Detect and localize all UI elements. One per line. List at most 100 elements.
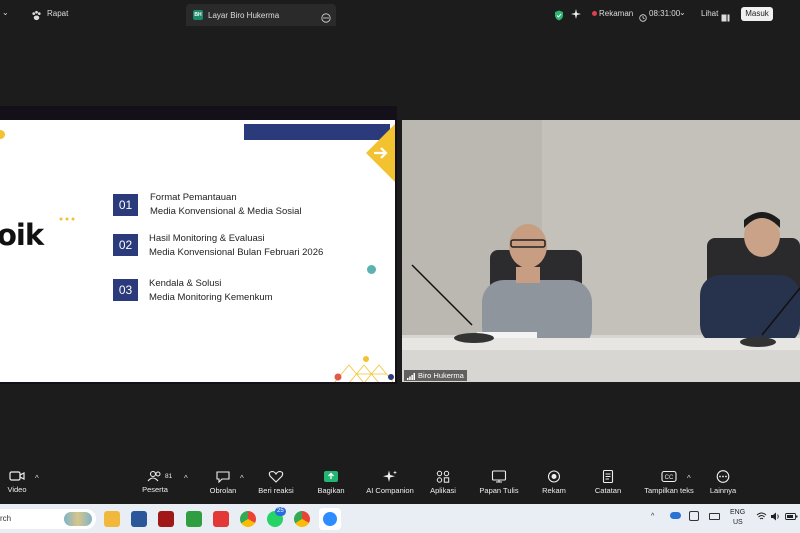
slide-title-fragment: oik xyxy=(0,218,44,252)
search-text: rch xyxy=(0,514,12,523)
participants-label: Peserta xyxy=(142,485,168,494)
sign-in-button[interactable]: Masuk xyxy=(741,7,773,21)
signal-bars-icon xyxy=(407,372,415,383)
ai-companion-button[interactable]: AI Companion xyxy=(364,470,416,495)
agenda-item-2-line1: Hasil Monitoring & Evaluasi xyxy=(149,233,265,244)
heart-icon xyxy=(268,470,284,483)
whiteboard-icon xyxy=(491,470,507,483)
video-scene-image xyxy=(402,120,800,382)
meeting-timer: 08:31:00 xyxy=(649,9,681,18)
svg-text:CC: CC xyxy=(665,475,674,481)
whiteboard-button[interactable]: Papan Tulis xyxy=(478,470,520,495)
apps-label: Aplikasi xyxy=(430,486,456,495)
chevron-up-icon[interactable]: ^ xyxy=(651,513,654,520)
more-label: Lainnya xyxy=(709,486,737,495)
view-layout-icon[interactable] xyxy=(721,9,730,27)
participant-name: Biro Hukerma xyxy=(418,371,464,380)
clock-icon xyxy=(639,9,647,27)
onedrive-icon[interactable] xyxy=(670,512,681,519)
agenda-number-2: 02 xyxy=(113,234,138,256)
shared-slide: oik 01 Format Pemantauan Media Konvensio… xyxy=(0,120,395,382)
recording-label[interactable]: Rekaman xyxy=(599,9,633,18)
more-icon xyxy=(716,470,730,483)
zoom-app-active[interactable] xyxy=(319,508,341,530)
meeting-toolbar: Video ^ Peserta 81 ^ Obrolan ^ Beri reak… xyxy=(0,466,800,504)
chat-button[interactable]: Obrolan xyxy=(206,470,240,495)
decor-dots xyxy=(59,208,75,226)
share-screen-icon xyxy=(324,471,338,482)
more-button[interactable]: Lainnya xyxy=(708,470,738,495)
xbox-icon[interactable] xyxy=(186,511,202,527)
view-label[interactable]: Lihat xyxy=(701,9,718,18)
whatsapp-icon[interactable]: 25 xyxy=(267,507,286,527)
whiteboard-label: Papan Tulis xyxy=(479,486,519,495)
chevron-up-icon[interactable]: ^ xyxy=(184,474,188,483)
chat-icon xyxy=(216,471,230,483)
record-button[interactable]: Rekam xyxy=(541,470,567,495)
zoom-icon xyxy=(323,512,337,526)
chevron-up-icon[interactable]: ^ xyxy=(240,474,244,483)
agenda-item-1-line2: Media Konvensional & Media Sosial xyxy=(150,206,302,217)
participant-video[interactable] xyxy=(402,120,800,382)
keyboard-icon[interactable] xyxy=(709,513,720,520)
react-label: Beri reaksi xyxy=(258,486,294,495)
battery-icon[interactable] xyxy=(785,512,798,523)
arrow-right-icon xyxy=(366,124,395,187)
tray-device-icon[interactable] xyxy=(689,511,699,521)
recording-dot-icon xyxy=(592,11,597,16)
agenda-number-1: 01 xyxy=(113,194,138,216)
notes-label: Catatan xyxy=(594,486,622,495)
share-tab-badge: BH xyxy=(193,10,203,20)
more-options-icon[interactable] xyxy=(321,10,331,28)
ai-sparkle-icon xyxy=(383,470,397,482)
file-explorer-icon[interactable] xyxy=(104,511,120,527)
chevron-up-icon[interactable]: ^ xyxy=(35,474,39,483)
agenda-item-3-line2: Media Monitoring Kemenkum xyxy=(149,292,273,303)
chrome-icon[interactable] xyxy=(240,511,256,527)
language-bottom[interactable]: US xyxy=(733,519,743,526)
record-label: Rekam xyxy=(542,486,566,495)
notes-button[interactable]: Catatan xyxy=(592,470,624,495)
wifi-icon[interactable] xyxy=(756,512,767,523)
chat-label: Obrolan xyxy=(209,486,237,495)
wps-office-icon[interactable] xyxy=(213,511,229,527)
meeting-top-bar: ⌄ Rapat BH Layar Biro Hukerma Rekaman 08… xyxy=(0,0,800,28)
chevron-down-icon[interactable]: ⌄ xyxy=(2,8,9,17)
share-tab-label: Layar Biro Hukerma xyxy=(208,11,280,20)
ai-companion-label: AI Companion xyxy=(366,486,414,495)
paw-icon xyxy=(31,8,42,26)
react-button[interactable]: Beri reaksi xyxy=(256,470,296,495)
agenda-item-1-line1: Format Pemantauan xyxy=(150,192,237,203)
security-shield-icon[interactable] xyxy=(554,8,564,26)
chrome-profile-icon[interactable] xyxy=(294,511,310,527)
agenda-item-3-line1: Kendala & Solusi xyxy=(149,278,222,289)
share-button[interactable]: Bagikan xyxy=(313,470,349,495)
video-camera-icon xyxy=(9,471,25,481)
participant-name-label: Biro Hukerma xyxy=(404,370,467,381)
decor-circle-teal xyxy=(367,265,376,274)
participants-icon xyxy=(147,470,161,482)
ai-sparkle-icon[interactable] xyxy=(571,7,582,25)
meeting-label[interactable]: Rapat xyxy=(47,9,68,18)
decor-triangle-pattern xyxy=(334,353,395,382)
apps-button[interactable]: Aplikasi xyxy=(428,470,458,495)
record-icon xyxy=(547,470,561,483)
app-red-icon[interactable] xyxy=(158,511,174,527)
windows-taskbar: rch 25 ^ ENG US xyxy=(0,504,800,533)
decor-circle-yellow xyxy=(0,130,5,139)
search-highlight-image xyxy=(64,512,92,526)
apps-icon xyxy=(436,470,450,483)
screen-share-tab[interactable]: BH Layar Biro Hukerma xyxy=(186,4,336,26)
taskbar-search-box[interactable]: rch xyxy=(0,509,96,529)
volume-icon[interactable] xyxy=(770,512,781,523)
word-icon[interactable] xyxy=(131,511,147,527)
chevron-up-icon[interactable]: ^ xyxy=(687,474,691,483)
participants-count: 81 xyxy=(165,473,173,480)
agenda-number-3: 03 xyxy=(113,279,138,301)
video-button[interactable]: Video xyxy=(4,470,30,494)
agenda-item-2-line2: Media Konvensional Bulan Februari 2026 xyxy=(149,247,324,258)
chevron-down-icon[interactable]: ⌄ xyxy=(679,8,686,17)
notes-icon xyxy=(602,470,614,483)
language-top[interactable]: ENG xyxy=(730,509,745,516)
whatsapp-badge: 25 xyxy=(275,507,286,516)
